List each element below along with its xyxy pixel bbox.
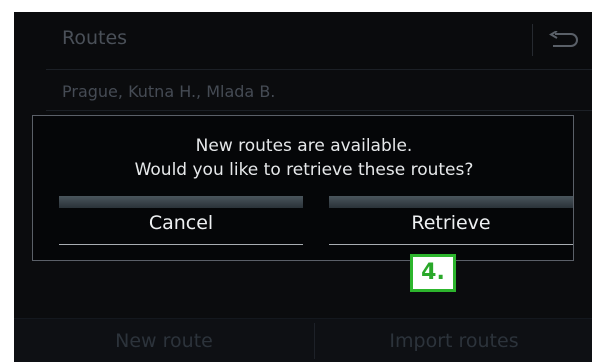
retrieve-button[interactable]: Retrieve — [329, 196, 573, 246]
button-underline — [329, 244, 573, 245]
new-route-button[interactable]: New route — [14, 319, 314, 362]
bottom-bar-divider — [314, 323, 315, 359]
route-list-item[interactable]: Prague, Kutna H., Mlada B. — [62, 82, 275, 101]
step-annotation-badge: 4. — [410, 254, 456, 292]
list-divider — [46, 69, 592, 70]
button-highlight-bar — [329, 196, 573, 208]
button-underline — [59, 244, 303, 245]
list-divider — [46, 110, 592, 111]
button-highlight-bar — [59, 196, 303, 208]
bottom-action-bar: New route Import routes — [14, 318, 592, 362]
page-title: Routes — [62, 27, 128, 49]
cancel-button[interactable]: Cancel — [59, 196, 303, 246]
infotainment-screen: Routes Prague, Kutna H., Mlada B. New ro… — [14, 12, 592, 362]
import-routes-button[interactable]: Import routes — [316, 319, 592, 362]
header-divider — [532, 24, 533, 56]
return-arrow-icon — [549, 31, 578, 47]
retrieve-button-label: Retrieve — [411, 212, 491, 234]
back-button[interactable] — [538, 20, 588, 60]
dialog-message-line-2: Would you like to retrieve these routes? — [134, 160, 474, 180]
header-bar: Routes — [14, 12, 592, 70]
dialog-message-line-1: New routes are available. — [195, 136, 413, 156]
cancel-button-label: Cancel — [148, 212, 214, 234]
retrieve-routes-dialog: New routes are available. Would you like… — [32, 115, 574, 261]
